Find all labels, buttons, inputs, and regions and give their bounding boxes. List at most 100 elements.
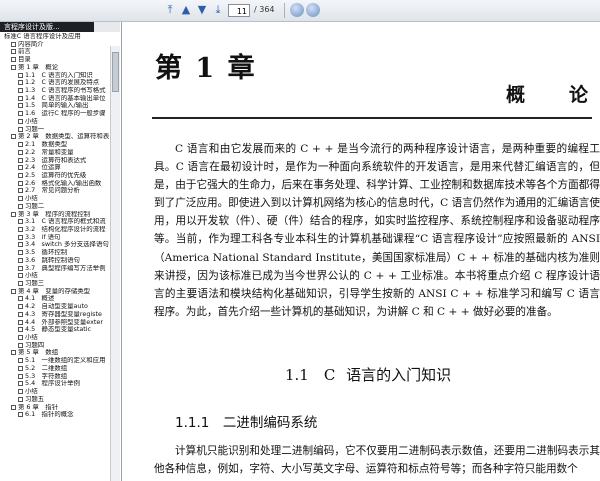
bookmark-icon — [18, 281, 23, 286]
previous-page-icon[interactable]: ▲ — [179, 3, 193, 17]
bookmark-item[interactable]: 1.6 运行C 程序的一般步骤 — [2, 110, 120, 118]
bookmark-item[interactable]: 2.1 数据类型 — [2, 141, 120, 149]
bookmark-icon — [11, 49, 16, 55]
bookmark-item[interactable]: 前言 — [2, 48, 120, 56]
zoom-out-icon[interactable] — [306, 3, 320, 17]
first-page-icon[interactable]: ⤒ — [163, 3, 177, 17]
bookmark-icon — [18, 327, 23, 333]
page-number-input[interactable]: 11 — [228, 4, 250, 17]
bookmark-label: 习题三 — [25, 280, 45, 287]
bookmark-label: 1.6 运行C 程序的一般步骤 — [25, 110, 106, 118]
bookmark-label: 5.4 程序设计举例 — [25, 380, 80, 388]
bookmark-item[interactable]: 3.6 跳转控制语句 — [2, 257, 120, 265]
bookmark-item[interactable]: 3.5 循环控制 — [2, 249, 120, 257]
zoom-in-icon[interactable] — [290, 3, 304, 17]
bookmark-item[interactable]: 4.1 概述 — [2, 295, 120, 303]
bookmark-label: 第 6 章 指针 — [18, 403, 59, 411]
bookmark-icon — [18, 311, 23, 317]
bookmark-label: 6.1 指针的概念 — [25, 411, 74, 419]
bookmark-icon — [18, 165, 23, 171]
body-paragraph-2: 计算机只能识别和处理二进制编码，它不仅要用二进制码表示数值，还要用二进制码表示其… — [154, 445, 600, 476]
bookmark-icon — [18, 373, 23, 379]
bookmark-item[interactable]: 2.3 运算符和表达式 — [2, 157, 120, 165]
bookmark-item[interactable]: 1.1 C 语言的入门知识 — [2, 72, 120, 80]
bookmark-label: 2.7 常见问题分析 — [25, 187, 80, 195]
bookmark-item[interactable]: 1.3 C 语言程序的书写格式 — [2, 87, 120, 95]
bookmark-item[interactable]: 2.5 运算符的优先级 — [2, 172, 120, 180]
bookmark-item[interactable]: 2.2 常量和变量 — [2, 149, 120, 157]
bookmark-label: 3.7 典型程序编写方法举例 — [25, 264, 106, 272]
bookmark-item[interactable]: 2.4 位运算 — [2, 164, 120, 172]
bookmark-icon — [18, 103, 23, 109]
bookmark-item[interactable]: 3.4 switch 多分支选择语句 — [2, 241, 120, 249]
bookmark-icon — [18, 358, 23, 364]
bookmark-item[interactable]: 第 6 章 指针 — [2, 404, 120, 412]
bookmark-icon — [11, 57, 16, 63]
bookmark-item[interactable]: 3.2 结构化程序设计的流程 — [2, 226, 120, 234]
bookmark-item[interactable]: 标准C 语言程序设计及应用 — [2, 33, 120, 41]
next-page-icon[interactable]: ▼ — [195, 3, 209, 17]
bookmark-item[interactable]: 第 1 章 概论 — [2, 64, 120, 72]
bookmark-label: 习题四 — [25, 341, 45, 349]
bookmark-label: 3.6 跳转控制语句 — [25, 256, 80, 264]
bookmark-label: 习题二 — [25, 202, 45, 210]
bookmark-item[interactable]: 习题二 — [2, 203, 120, 211]
chapter-subtitle: 概论 — [506, 84, 588, 106]
bookmark-item[interactable]: 习题四 — [2, 342, 120, 350]
bookmark-item[interactable]: 3.1 C 语言程序的框式和流 — [2, 218, 120, 226]
section-heading: 1.1 C 语言的入门知识 — [285, 366, 452, 384]
toolbar-separator — [284, 3, 285, 18]
bookmark-item[interactable]: 1.2 C 语言的发展及特点 — [2, 79, 120, 87]
bookmark-label: 4.2 自动型变量auto — [25, 303, 88, 311]
bookmark-item[interactable]: 小结 — [2, 195, 120, 203]
bookmark-item[interactable]: 习题三 — [2, 280, 120, 288]
last-page-icon[interactable]: ⤓ — [211, 3, 225, 17]
bookmark-label: 3.4 switch 多分支选择语句 — [25, 241, 109, 249]
bookmark-icon — [18, 88, 23, 94]
bookmark-item[interactable]: 5.1 一维数组的定义和应用 — [2, 357, 120, 365]
bookmark-item[interactable]: 5.2 二维数组 — [2, 365, 120, 373]
bookmark-item[interactable]: 6.1 指针的概念 — [2, 411, 120, 419]
bookmark-item[interactable]: 小结 — [2, 272, 120, 280]
bookmark-label: 小结 — [25, 334, 38, 342]
sidebar-tab[interactable]: 言程序设计及版... — [0, 22, 94, 32]
bookmark-item[interactable]: 2.7 常见问题分析 — [2, 187, 120, 195]
bookmark-item[interactable]: 习题五 — [2, 396, 120, 404]
bookmark-item[interactable]: 小结 — [2, 388, 120, 396]
sidebar-tab-strip — [94, 22, 120, 32]
bookmark-tree: 标准C 语言程序设计及应用 内容简介 前言 目录第 1 章 概论 1.1 C 语言的入门… — [2, 33, 120, 463]
bookmark-item[interactable]: 5.3 字符数组 — [2, 373, 120, 381]
bookmark-item[interactable]: 习题一 — [2, 126, 120, 134]
bookmark-item[interactable]: 第 5 章 数组 — [2, 349, 120, 357]
bookmark-item[interactable]: 第 3 章 程序的流程控制 — [2, 211, 120, 219]
bookmark-item[interactable]: 内容简介 — [2, 41, 120, 49]
bookmark-icon — [18, 319, 23, 325]
bookmark-label: 2.6 格式化输入/输出函数 — [25, 179, 102, 187]
bookmark-item[interactable]: 第 4 章 变量的存储类型 — [2, 288, 120, 296]
bookmark-label: 小结 — [25, 388, 38, 396]
bookmark-item[interactable]: 4.2 自动型变量auto — [2, 303, 120, 311]
bookmark-item[interactable]: 目录 — [2, 56, 120, 64]
sidebar-scrollbar[interactable] — [110, 46, 120, 481]
bookmark-icon — [18, 142, 23, 148]
bookmark-item[interactable]: 4.3 寄存器型变量registe — [2, 311, 120, 319]
bookmark-label: 4.1 概述 — [25, 295, 55, 303]
bookmark-item[interactable]: 3.7 典型程序编写方法举例 — [2, 265, 120, 273]
bookmark-item[interactable]: 小结 — [2, 334, 120, 342]
bookmark-icon — [18, 296, 23, 302]
bookmark-item[interactable]: 4.4 外部参照型变量exter — [2, 319, 120, 327]
bookmark-item[interactable]: 1.4 C 语言的基本输出单位 — [2, 95, 120, 103]
bookmark-item[interactable]: 2.6 格式化输入/输出函数 — [2, 180, 120, 188]
bookmark-icon — [11, 404, 16, 410]
bookmark-item[interactable]: 第 2 章 数据类型、运算符和表 — [2, 133, 120, 141]
bookmark-item[interactable]: 4.5 静态型变量static — [2, 326, 120, 334]
bookmark-icon — [18, 242, 23, 248]
bookmark-item[interactable]: 1.5 简单的输入/输出 — [2, 102, 120, 110]
chapter-heading: 第 1 章 — [155, 53, 257, 84]
bookmark-item[interactable]: 3.3 if 语句 — [2, 234, 120, 242]
sidebar-scrollbar-thumb[interactable] — [112, 52, 119, 92]
bookmark-icon — [18, 95, 23, 101]
bookmark-item[interactable]: 5.4 程序设计举例 — [2, 380, 120, 388]
bookmark-icon — [18, 196, 23, 202]
bookmark-item[interactable]: 小结 — [2, 118, 120, 126]
